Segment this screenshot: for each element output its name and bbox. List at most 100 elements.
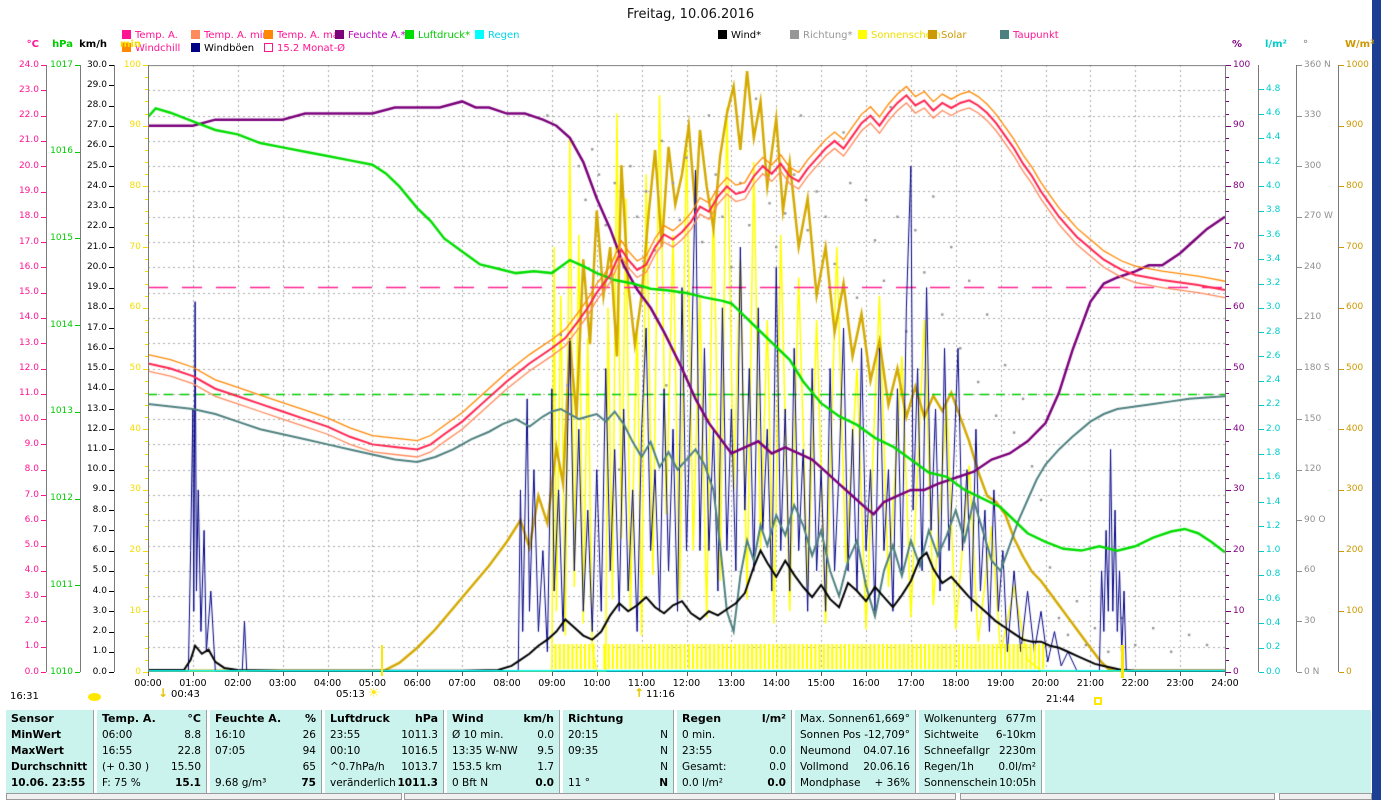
axis-tick-label: 100	[1233, 59, 1251, 70]
axis-tick	[41, 166, 46, 168]
table-cell: 0.0	[537, 729, 554, 741]
axis-tick	[1259, 404, 1264, 406]
axis-minor-tick	[1226, 465, 1229, 467]
table-cell: 26	[302, 729, 316, 741]
axis-minor-tick	[145, 332, 148, 334]
axis-minor-tick	[1226, 271, 1229, 273]
axis-tick-label: 11.0	[86, 443, 107, 454]
axis-tick-label: 28.0	[86, 100, 107, 110]
axis-tick-label: 16.0	[86, 342, 107, 353]
axis-tick	[1259, 672, 1264, 673]
axis-tick	[41, 191, 46, 193]
axis-tick-label: 12.0	[18, 363, 39, 373]
axis-minor-tick	[145, 623, 148, 625]
table-cell: %	[304, 712, 316, 725]
axis-tick	[1259, 453, 1264, 455]
axis-unit-km/h: km/h	[79, 39, 107, 50]
axis-minor-tick	[1226, 526, 1229, 528]
axis-tick	[41, 343, 46, 345]
axis-minor-tick	[1226, 259, 1229, 261]
axis-tick-label: 50	[1233, 363, 1245, 373]
table-cell: °C	[187, 712, 201, 725]
axis-tick-label: 90	[129, 120, 141, 131]
axis-minor-tick	[145, 295, 148, 297]
moon-event-time: 16:31	[10, 691, 39, 702]
axis-tick-label: 4.0	[1266, 180, 1281, 191]
axis-tick-label: 30	[129, 484, 141, 495]
x-axis-label: 00:00	[134, 678, 162, 689]
axis-minor-tick	[145, 538, 148, 540]
legend-label: 15.2 Monat-Ø	[277, 43, 346, 54]
axis-tick-label: 27.0	[86, 120, 107, 131]
x-axis-tick	[776, 672, 778, 676]
axis-tick	[1259, 113, 1264, 115]
legend-swatch	[335, 30, 344, 39]
page-title: Freitag, 10.06.2016	[626, 7, 755, 22]
table-cell: l/m²	[761, 712, 786, 725]
axis-tick	[1259, 307, 1264, 309]
axis-minor-tick	[145, 417, 148, 419]
x-axis-label: 03:00	[268, 678, 297, 689]
axis-minor-tick	[1226, 137, 1229, 139]
axis-tick-label: 19.0	[18, 186, 39, 196]
axis-tick-label: 1.2	[1266, 520, 1281, 531]
axis-tick	[41, 216, 46, 218]
status-strip-segment	[1279, 793, 1372, 800]
axis-minor-tick	[1226, 283, 1229, 285]
axis-minor-tick	[1226, 514, 1229, 516]
x-axis-label: 24:00	[1211, 678, 1239, 689]
axis-tick-label: 3.8	[1266, 205, 1281, 216]
axis-tick	[75, 498, 80, 500]
legend-label: Temp. A. min	[204, 30, 269, 41]
axis-tick	[41, 140, 46, 142]
axis-tick	[1297, 166, 1302, 168]
table-divider	[915, 710, 916, 793]
axis-tick-label: 900	[1346, 120, 1364, 131]
axis-tick-label: 0	[135, 666, 141, 677]
axis-tick-label: 1013	[50, 406, 73, 417]
axis-minor-tick	[145, 271, 148, 273]
axis-tick	[1259, 502, 1264, 503]
axis-minor-tick	[1226, 659, 1229, 661]
axis-tick-label: 8.0	[92, 504, 107, 515]
moon-icon	[88, 693, 101, 701]
x-axis-tick	[507, 672, 508, 676]
axis-minor-tick	[145, 319, 148, 321]
axis-tick-label: 2.8	[1266, 326, 1281, 337]
legend-label: Temp. A.	[135, 30, 178, 41]
axis-tick-label: 400	[1346, 423, 1364, 434]
table-cell: 15.1	[175, 777, 201, 789]
axis-tick-label: 26.0	[86, 140, 107, 151]
axis-tick	[1259, 162, 1264, 164]
axis-tick	[1339, 672, 1344, 673]
axis-tick	[1297, 621, 1302, 623]
axis-tick	[41, 621, 46, 623]
axis-tick	[41, 368, 46, 370]
axis-tick-label: 20	[129, 545, 141, 556]
axis-minor-tick	[1226, 174, 1229, 176]
legend-swatch	[1000, 30, 1009, 39]
axis-tick	[1297, 65, 1302, 66]
axis-tick	[109, 510, 114, 512]
legend-label: Feuchte A.*	[348, 30, 406, 41]
axis-tick-label: 6.0	[24, 514, 39, 525]
axis-tick	[1297, 267, 1302, 269]
axis-tick	[143, 186, 148, 188]
x-axis-label: 08:00	[493, 678, 521, 689]
legend-label: Solar	[941, 30, 967, 41]
axis-tick-label: 21.0	[18, 135, 39, 146]
axis-tick-label: 70	[1233, 241, 1245, 252]
x-axis-tick	[821, 672, 823, 676]
x-axis-tick	[1000, 672, 1002, 676]
axis-tick-label: 3.0	[92, 605, 107, 616]
axis-tick	[1259, 137, 1264, 139]
table-divider	[559, 710, 560, 793]
axis-tick-label: 2.0	[24, 615, 39, 626]
axis-tick-label: 18.0	[86, 302, 107, 313]
axis-tick	[1259, 550, 1264, 552]
axis-tick	[109, 570, 114, 572]
legend-item: 15.2 Monat-Ø	[264, 43, 345, 54]
table-divider	[673, 710, 674, 793]
axis-tick-label: 40	[129, 423, 141, 434]
legend-swatch	[405, 30, 414, 39]
